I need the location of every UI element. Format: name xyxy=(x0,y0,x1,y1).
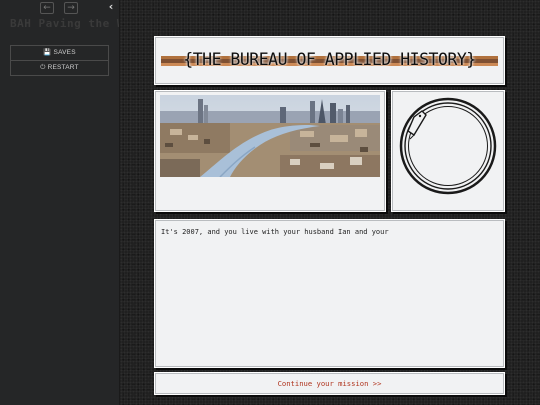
photo-panel xyxy=(154,90,386,212)
collapse-sidebar-button[interactable]: ‹ xyxy=(106,1,116,13)
passage-text: It's 2007, and you live with your husban… xyxy=(161,228,389,236)
chevron-left-icon: ‹ xyxy=(108,0,114,13)
restart-button[interactable]: ⏻ RESTART xyxy=(11,60,108,75)
arrow-right-icon: → xyxy=(67,3,75,13)
arrow-left-icon: ← xyxy=(43,3,51,13)
saves-label: SAVES xyxy=(53,49,76,56)
restart-label: RESTART xyxy=(47,64,79,71)
saves-button[interactable]: 💾 SAVES xyxy=(11,46,108,60)
sidebar-menu: 💾 SAVES ⏻ RESTART xyxy=(10,45,109,76)
ouroboros-icon xyxy=(399,97,497,195)
title-banner: {THE BUREAU OF APPLIED HISTORY} xyxy=(154,36,505,85)
sidebar: ← → ‹ BAH Paving the W 💾 SAVES ⏻ RESTART xyxy=(0,0,120,405)
banner-title: {THE BUREAU OF APPLIED HISTORY} xyxy=(183,50,476,69)
floppy-disk-icon: 💾 xyxy=(43,49,52,56)
history-back-button[interactable]: ← xyxy=(40,2,54,14)
power-icon: ⏻ xyxy=(40,64,46,71)
london-skyline-image xyxy=(160,95,380,177)
action-panel: Continue your mission >> xyxy=(154,372,505,395)
story-title: BAH Paving the W xyxy=(10,17,119,30)
passage-panel: It's 2007, and you live with your husban… xyxy=(154,219,505,368)
logo-panel xyxy=(391,90,505,212)
history-forward-button[interactable]: → xyxy=(64,2,78,14)
continue-mission-link[interactable]: Continue your mission >> xyxy=(155,379,504,388)
